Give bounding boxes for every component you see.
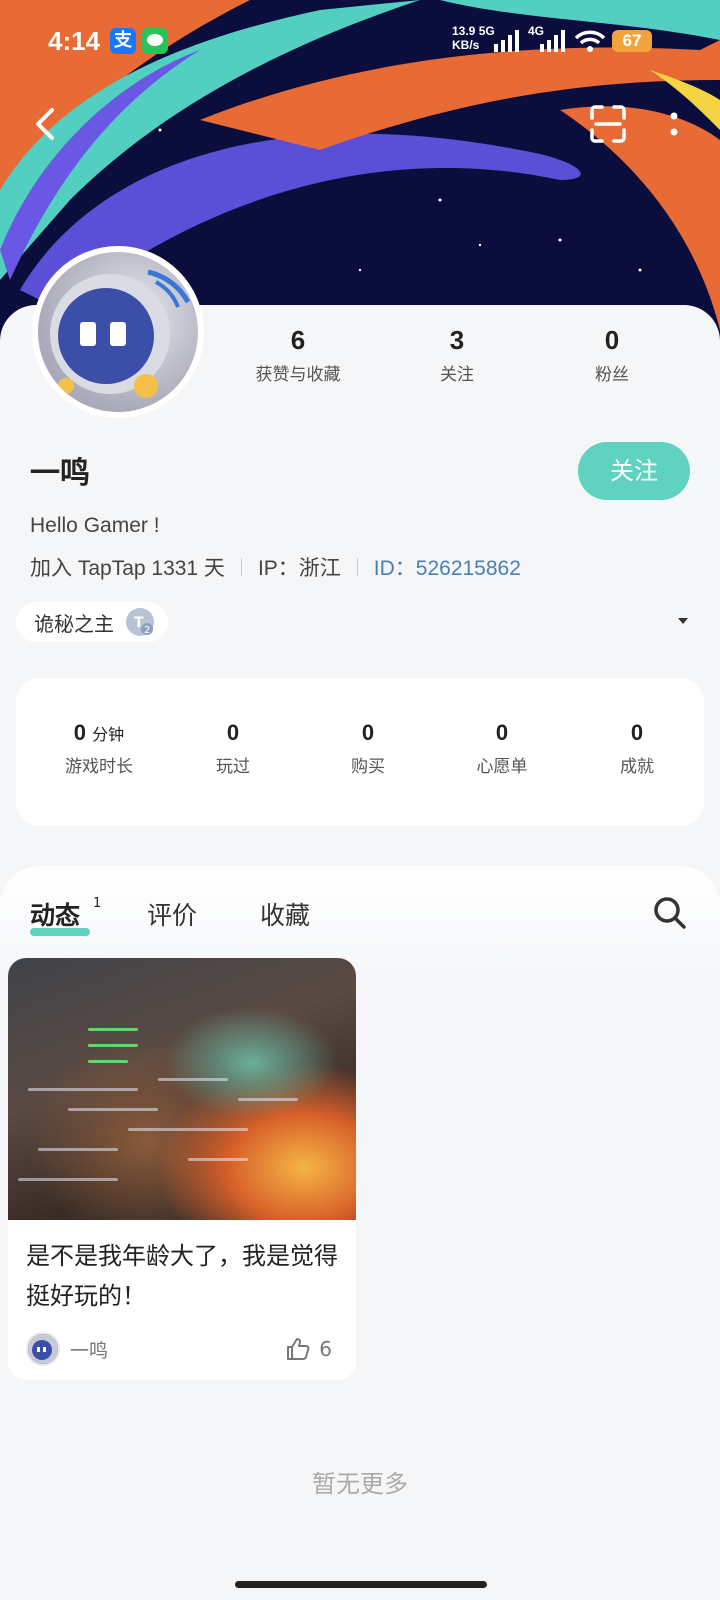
stat-played[interactable]: 0 玩过 xyxy=(168,720,298,777)
scan-button[interactable] xyxy=(584,100,632,148)
signal-icon-2 xyxy=(540,30,565,52)
chat-line xyxy=(238,1098,298,1101)
author-avatar xyxy=(26,1332,60,1366)
like-button[interactable]: 6 xyxy=(285,1336,332,1362)
stat-likes-value: 6 xyxy=(290,325,306,355)
stat-followers-value: 0 xyxy=(604,325,620,355)
stat-playtime[interactable]: 0 分钟 游戏时长 xyxy=(34,720,164,777)
wifi-icon xyxy=(574,30,606,52)
back-button[interactable] xyxy=(22,100,70,148)
post-author-name: 一鸣 xyxy=(70,1339,109,1362)
message-icon xyxy=(142,28,168,54)
post-card[interactable]: 是不是我年龄大了，我是觉得挺好玩的！ 一鸣 6 xyxy=(8,958,356,1380)
chat-line xyxy=(68,1108,158,1111)
hud-bar xyxy=(88,1044,138,1047)
tab-feed[interactable]: 动态 xyxy=(30,896,80,932)
stat-followers[interactable]: 0 粉丝 xyxy=(532,325,692,385)
svg-text:2: 2 xyxy=(144,625,150,636)
stat-likes[interactable]: 6 获赞与收藏 xyxy=(218,325,378,385)
played-value: 0 xyxy=(226,720,240,745)
wishlist-label: 心愿单 xyxy=(476,757,528,777)
stat-purchased[interactable]: 0 购买 xyxy=(303,720,433,777)
like-count: 6 xyxy=(319,1337,332,1361)
battery-indicator: 67 xyxy=(612,30,652,52)
stat-achievements[interactable]: 0 成就 xyxy=(572,720,702,777)
stat-following-label: 关注 xyxy=(440,365,474,385)
purchased-label: 购买 xyxy=(351,757,385,777)
stat-followers-label: 粉丝 xyxy=(595,365,629,385)
chat-line xyxy=(18,1178,118,1181)
game-stats-card: 0 分钟 游戏时长 0 玩过 0 购买 0 心愿单 0 成就 xyxy=(16,678,704,826)
profile-bio: Hello Gamer ! xyxy=(30,514,160,537)
net-rate-unit: KB/s xyxy=(452,38,480,52)
chat-line xyxy=(128,1128,248,1131)
played-label: 玩过 xyxy=(216,757,250,777)
stat-following[interactable]: 3 关注 xyxy=(377,325,537,385)
playtime-label: 游戏时长 xyxy=(65,757,133,777)
search-icon[interactable] xyxy=(652,895,688,931)
achievements-value: 0 xyxy=(630,720,644,745)
game-tag[interactable]: 诡秘之主 T 2 xyxy=(16,602,168,642)
joined-days: 加入 TapTap 1331 天 xyxy=(30,557,225,580)
thumbs-up-icon xyxy=(287,1338,310,1360)
avatar-robot-image xyxy=(50,269,191,398)
game-tag-label: 诡秘之主 xyxy=(34,611,114,636)
stat-likes-label: 获赞与收藏 xyxy=(255,365,341,385)
divider xyxy=(356,558,358,576)
chat-line xyxy=(188,1158,248,1161)
playtime-unit: 分钟 xyxy=(92,727,125,744)
hud-bar xyxy=(88,1028,138,1031)
chat-line xyxy=(38,1148,118,1151)
post-author[interactable]: 一鸣 xyxy=(26,1332,108,1366)
chevron-left-icon xyxy=(36,108,54,140)
playtime-value: 0 xyxy=(73,720,87,745)
tab-reviews[interactable]: 评价 xyxy=(147,896,197,932)
profile-meta: 加入 TapTap 1331 天 IP：浙江 ID：526215862 xyxy=(30,552,521,582)
tab-favorites[interactable]: 收藏 xyxy=(260,896,310,932)
stat-following-value: 3 xyxy=(449,325,465,355)
tab-active-indicator xyxy=(30,928,90,936)
follow-button[interactable]: 关注 xyxy=(578,442,690,500)
network-speed: 13.9 5G KB/s xyxy=(452,24,495,52)
tab-feed-badge: 1 xyxy=(93,896,102,911)
user-id[interactable]: ID：526215862 xyxy=(374,552,521,582)
wishlist-value: 0 xyxy=(495,720,509,745)
status-time: 4:14 xyxy=(48,26,101,56)
scan-icon xyxy=(590,105,626,143)
more-button[interactable] xyxy=(650,100,698,148)
chat-line xyxy=(28,1088,138,1091)
status-bar: 4:14 支 13.9 5G KB/s 4G 67 xyxy=(0,0,720,80)
achievements-label: 成就 xyxy=(620,757,654,777)
more-vertical-icon xyxy=(670,112,678,136)
level-badge-icon: T 2 xyxy=(126,608,154,636)
post-title: 是不是我年龄大了，我是觉得挺好玩的！ xyxy=(26,1242,338,1310)
net-rate-value: 13.9 xyxy=(452,24,476,38)
home-indicator[interactable] xyxy=(235,1581,487,1588)
chat-line xyxy=(158,1078,228,1081)
net-type-5g: 5G xyxy=(478,24,495,38)
profile-username: 一鸣 xyxy=(30,456,90,491)
divider xyxy=(240,558,242,576)
avatar[interactable] xyxy=(32,246,204,418)
alipay-icon: 支 xyxy=(110,28,136,54)
ip-location: IP：浙江 xyxy=(257,557,341,580)
stat-wishlist[interactable]: 0 心愿单 xyxy=(437,720,567,777)
chevron-down-icon[interactable] xyxy=(676,616,690,626)
signal-icon xyxy=(494,30,519,52)
hud-bar xyxy=(88,1060,128,1063)
post-image xyxy=(8,958,356,1220)
purchased-value: 0 xyxy=(361,720,375,745)
no-more-text: 暂无更多 xyxy=(312,1470,408,1498)
